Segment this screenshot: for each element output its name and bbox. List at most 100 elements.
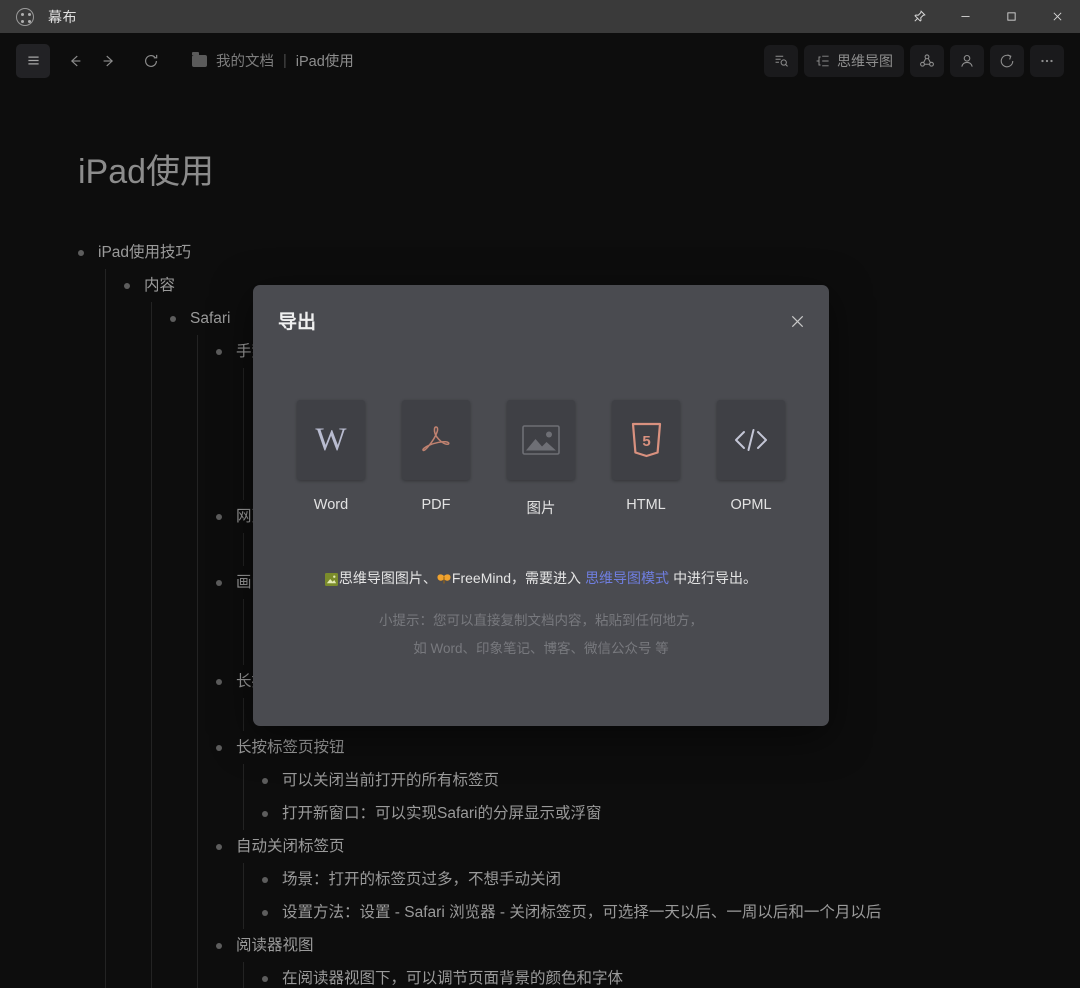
dialog-note: 思维导图图片、 FreeMind，需要进入 思维导图模式 中进行导出。 (253, 568, 829, 588)
outline-row[interactable]: iPad使用技巧 (78, 236, 1018, 269)
maximize-icon[interactable] (988, 0, 1034, 33)
export-dialog: 导出 W Word PDF 图片 5 HTML OPML 思维导图图片、 Fre… (253, 285, 829, 726)
bullet-icon (216, 348, 222, 355)
minimize-icon[interactable] (942, 0, 988, 33)
outline-node: 长按标签页按钮 可以关闭当前打开的所有标签页 打开新窗口：可以实现Safari的… (198, 731, 1018, 830)
close-icon[interactable] (1034, 0, 1080, 33)
publish-icon[interactable] (990, 44, 1024, 77)
members-icon[interactable] (950, 44, 984, 77)
outline-text: iPad使用技巧 (98, 244, 192, 261)
outline-node: 场景：打开的标签页过多，不想手动关闭 (244, 863, 1018, 896)
tip-line: 如 Word、印象笔记、博客、微信公众号 等 (413, 641, 669, 656)
main-toolbar: 我的文档 | iPad使用 思维导图 (0, 33, 1080, 88)
bullet-icon (216, 513, 222, 520)
svg-text:5: 5 (642, 433, 650, 450)
export-option-image[interactable]: 图片 (507, 400, 575, 518)
export-label: PDF (421, 497, 451, 513)
outline-text: 可以关闭当前打开的所有标签页 (282, 772, 500, 789)
page-title[interactable]: iPad使用 (78, 144, 214, 193)
pdf-icon (402, 400, 470, 480)
bullet-icon (216, 744, 222, 751)
image-badge-icon (324, 573, 338, 586)
bullet-icon (124, 282, 130, 289)
share-node-icon[interactable] (910, 44, 944, 77)
word-icon: W (297, 400, 365, 480)
export-format-list: W Word PDF 图片 5 HTML OPML (253, 400, 829, 518)
outline-row[interactable]: 可以关闭当前打开的所有标签页 (262, 764, 499, 797)
bullet-icon (216, 843, 222, 850)
outline-text: 自动关闭标签页 (236, 838, 345, 855)
bullet-icon (170, 315, 176, 322)
hamburger-menu-icon[interactable] (16, 43, 50, 78)
outline-row[interactable]: 阅读器视图 (216, 929, 1018, 962)
export-label: HTML (626, 497, 666, 513)
bullet-icon (262, 909, 268, 916)
outline-row[interactable]: 打开新窗口：可以实现Safari的分屏显示或浮窗 (262, 797, 602, 830)
outline-text: 设置方法：设置 - Safari 浏览器 - 关闭标签页，可选择一天以后、一周以… (282, 904, 882, 921)
folder-icon (192, 51, 207, 67)
outline-text: 长按标签页按钮 (236, 739, 345, 756)
butterfly-icon (437, 574, 451, 584)
tip-line: 小提示：您可以直接复制文档内容，粘贴到任何地方， (379, 613, 703, 628)
outline-node: 在阅读器视图下，可以调节页面背景的颜色和字体 (244, 962, 1018, 988)
outline-row[interactable]: 在阅读器视图下，可以调节页面背景的颜色和字体 (262, 962, 623, 988)
outline-row[interactable]: 场景：打开的标签页过多，不想手动关闭 (262, 863, 561, 896)
pin-icon[interactable] (896, 0, 942, 33)
outline-text: 内容 (144, 277, 176, 294)
window-titlebar: 幕布 (0, 0, 1080, 33)
breadcrumb-separator: | (283, 52, 287, 69)
outline-text: 阅读器视图 (236, 937, 314, 954)
code-icon (717, 400, 785, 480)
outline-node: 自动关闭标签页 场景：打开的标签页过多，不想手动关闭 设置方法：设置 - Saf… (198, 830, 1018, 929)
outline-text: 在阅读器视图下，可以调节页面背景的颜色和字体 (282, 970, 624, 987)
bullet-icon (262, 810, 268, 817)
bullet-icon (262, 975, 268, 982)
breadcrumb-folder[interactable]: 我的文档 (216, 50, 274, 71)
outline-children: 可以关闭当前打开的所有标签页 打开新窗口：可以实现Safari的分屏显示或浮窗 (243, 764, 1018, 830)
export-option-pdf[interactable]: PDF (402, 400, 470, 518)
outline-children: 在阅读器视图下，可以调节页面背景的颜色和字体 (243, 962, 1018, 988)
bullet-icon (216, 942, 222, 949)
note-part2: FreeMind，需要进入 (451, 570, 582, 586)
html5-icon: 5 (612, 400, 680, 480)
outline-text: Safari (190, 310, 231, 327)
mubu-logo-icon (16, 7, 34, 26)
more-dots-icon[interactable] (1030, 44, 1064, 77)
close-icon[interactable] (785, 309, 809, 333)
refresh-icon[interactable] (134, 44, 168, 78)
breadcrumb-current[interactable]: iPad使用 (296, 50, 354, 71)
export-option-html[interactable]: 5 HTML (612, 400, 680, 518)
arrow-left-icon[interactable] (58, 44, 92, 78)
app-window: 幕布 我的文档 | iPad使用 思维导图 iPad使用 iPad使用技巧 内容… (0, 0, 1080, 988)
mindmap-mode-button[interactable]: 思维导图 (804, 44, 904, 77)
dialog-title: 导出 (278, 312, 317, 333)
bullet-icon (216, 579, 222, 586)
outline-row[interactable]: 设置方法：设置 - Safari 浏览器 - 关闭标签页，可选择一天以后、一周以… (262, 896, 881, 929)
export-label: OPML (730, 497, 772, 513)
outline-children: 场景：打开的标签页过多，不想手动关闭 设置方法：设置 - Safari 浏览器 … (243, 863, 1018, 929)
note-part3: 中进行导出。 (673, 570, 758, 586)
export-label: 图片 (526, 501, 556, 517)
mindmap-mode-label: 思维导图 (837, 52, 893, 69)
app-title: 幕布 (48, 8, 77, 25)
mindmap-mode-link[interactable]: 思维导图模式 (585, 570, 669, 586)
outline-text: 场景：打开的标签页过多，不想手动关闭 (282, 871, 562, 888)
more-menu-wrap (1030, 44, 1064, 77)
export-option-word[interactable]: W Word (297, 400, 365, 518)
window-controls (896, 0, 1080, 33)
dialog-tips: 小提示：您可以直接复制文档内容，粘贴到任何地方， 如 Word、印象笔记、博客、… (253, 607, 829, 663)
bullet-icon (262, 876, 268, 883)
outline-search-button[interactable] (764, 44, 798, 77)
breadcrumb: 我的文档 | iPad使用 (192, 50, 354, 71)
outline-node: 设置方法：设置 - Safari 浏览器 - 关闭标签页，可选择一天以后、一周以… (244, 896, 1018, 929)
arrow-right-icon[interactable] (92, 44, 126, 78)
outline-node: 可以关闭当前打开的所有标签页 (244, 764, 1018, 797)
outline-node: 阅读器视图 在阅读器视图下，可以调节页面背景的颜色和字体 (198, 929, 1018, 988)
outline-text: 打开新窗口：可以实现Safari的分屏显示或浮窗 (282, 805, 602, 822)
outline-node: 打开新窗口：可以实现Safari的分屏显示或浮窗 (244, 797, 1018, 830)
export-option-opml[interactable]: OPML (717, 400, 785, 518)
export-label: Word (313, 497, 349, 513)
outline-row[interactable]: 长按标签页按钮 (216, 731, 1018, 764)
bullet-icon (216, 678, 222, 685)
outline-row[interactable]: 自动关闭标签页 (216, 830, 1018, 863)
